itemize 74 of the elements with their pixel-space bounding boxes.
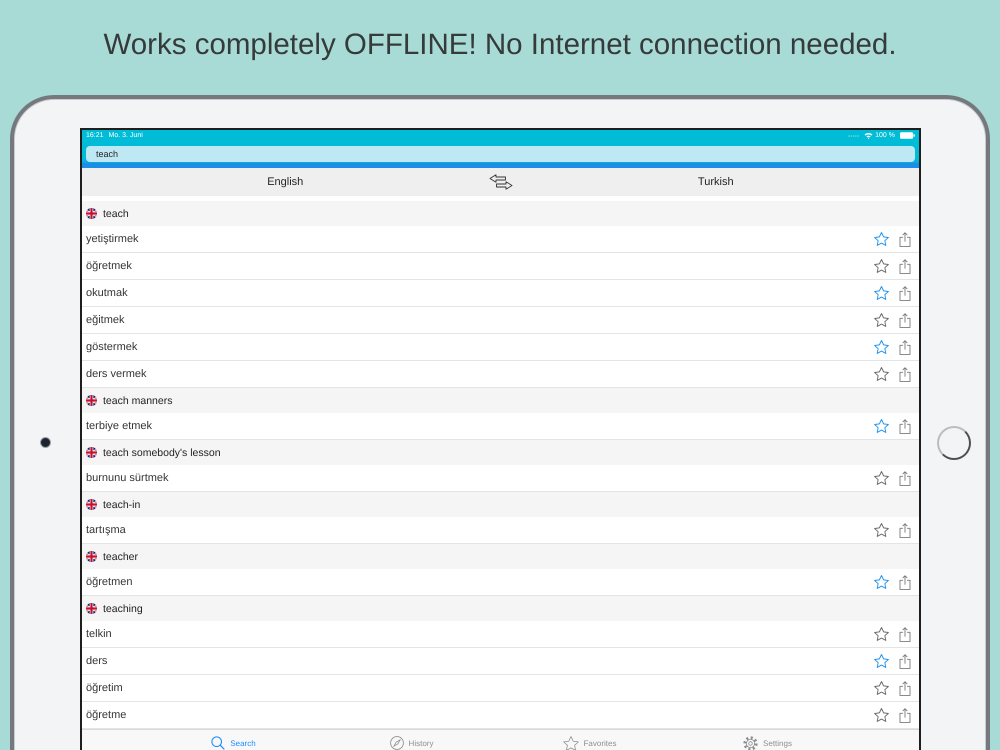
share-icon[interactable] [899,522,911,538]
share-icon[interactable] [899,366,911,382]
share-icon[interactable] [899,312,911,328]
translation-text: burnunu sürtmek [86,472,170,484]
share-icon[interactable] [899,232,911,246]
uk-flag-icon [86,551,97,562]
star-icon[interactable] [874,259,889,273]
translation-text: öğretmek [86,260,133,272]
translation-text: yetiştirmek [86,233,140,245]
entry-term: teach [103,208,129,220]
star-icon[interactable] [874,708,889,722]
translation-text: tartışma [86,524,127,536]
star-icon[interactable] [874,313,889,327]
translation-text: öğretim [86,682,124,694]
translation-text: ders [86,655,108,667]
uk-flag-icon [86,603,97,614]
translation-text: eğitmek [86,314,126,326]
result-row[interactable]: öğretmek [82,253,919,280]
entry-term: teach-in [103,498,140,510]
result-row[interactable]: öğretim [82,675,919,702]
uk-flag-icon [86,208,97,219]
star-icon[interactable] [874,419,889,433]
search-icon [211,736,226,750]
star-icon[interactable] [874,654,889,668]
headline: Works completely OFFLINE! No Internet connection needed. [102,27,898,63]
share-icon[interactable] [899,680,911,696]
star-icon[interactable] [874,286,889,300]
share-icon[interactable] [899,340,911,354]
share-icon[interactable] [899,708,911,722]
result-row[interactable]: yetiştirmek [82,226,919,253]
wifi-icon [864,132,874,139]
share-icon[interactable] [899,626,911,642]
entry-term: teach manners [103,394,172,406]
result-row[interactable]: eğitmek [82,307,919,334]
share-icon[interactable] [899,286,911,300]
share-icon[interactable] [899,574,911,590]
star-icon[interactable] [874,523,889,537]
star-icon[interactable] [874,232,889,246]
target-language[interactable]: Turkish [698,176,734,188]
front-camera-icon [40,438,50,447]
share-icon[interactable] [899,470,911,486]
translation-text: göstermek [86,341,138,353]
search-field[interactable]: teach [86,146,915,162]
source-language[interactable]: English [267,176,304,188]
uk-flag-icon [86,395,97,406]
translation-text: telkin [86,628,113,640]
uk-flag-icon [86,447,97,458]
star-icon[interactable] [874,627,889,641]
entry-term: teach somebody's lesson [103,446,221,458]
entry-term: teacher [103,550,138,562]
home-button-icon [936,426,970,460]
translation-text: okutmak [86,287,129,299]
star-icon[interactable] [874,340,889,354]
translation-text: terbiye etmek [86,420,154,432]
swap-arrows-icon[interactable] [488,174,512,190]
share-icon[interactable] [899,258,911,274]
translation-text: öğretme [86,709,128,721]
compass-icon [390,736,404,750]
star-icon [562,736,579,750]
star-icon[interactable] [874,575,889,589]
entry-term: teaching [103,602,143,614]
uk-flag-icon [86,499,97,510]
result-row[interactable]: telkin [82,621,919,648]
result-row[interactable]: okutmak [82,280,919,307]
result-row[interactable]: göstermek [82,334,919,361]
translation-text: öğretmen [86,576,134,588]
translation-text: ders vermek [86,368,148,380]
share-icon[interactable] [899,654,911,668]
share-icon[interactable] [899,418,911,434]
battery-icon [900,132,915,139]
star-icon[interactable] [874,681,889,695]
star-icon[interactable] [874,367,889,381]
result-row[interactable]: ders [82,648,919,675]
star-icon[interactable] [874,471,889,485]
